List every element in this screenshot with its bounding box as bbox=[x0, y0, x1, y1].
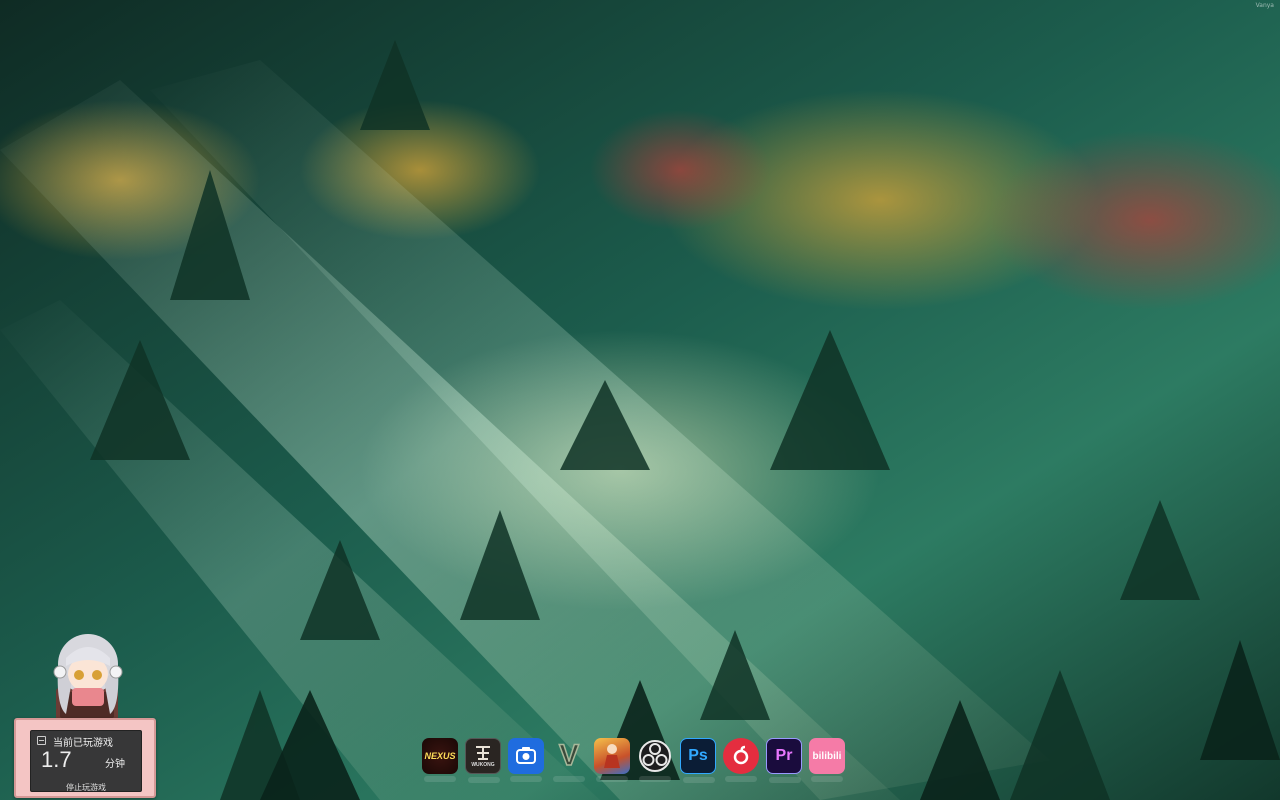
gta-v-icon[interactable]: V bbox=[551, 738, 587, 782]
netease-music-icon[interactable] bbox=[723, 738, 759, 782]
screenshot-app-icon[interactable] bbox=[508, 738, 544, 782]
nexus-icon[interactable]: NEXUS bbox=[422, 738, 458, 782]
premiere-icon[interactable]: Pr bbox=[766, 738, 802, 783]
obs-logo-icon bbox=[639, 740, 671, 772]
stop-playing-button[interactable]: 停止玩游戏 bbox=[31, 782, 141, 793]
corner-label: Vanya bbox=[1255, 2, 1274, 9]
character-icon bbox=[604, 744, 620, 768]
game-timer-widget[interactable]: 当前已玩游戏 1.7 分钟 停止玩游戏 bbox=[12, 628, 156, 798]
play-time-unit: 分钟 bbox=[105, 759, 125, 770]
widget-panel: 当前已玩游戏 1.7 分钟 停止玩游戏 bbox=[14, 718, 156, 798]
wukong-glyph-icon bbox=[476, 746, 490, 760]
black-myth-wukong-icon[interactable]: WUKONG bbox=[465, 738, 501, 783]
photoshop-icon[interactable]: Ps bbox=[680, 738, 716, 783]
play-time-value: 1.7 bbox=[41, 747, 72, 772]
bilibili-icon[interactable]: bilibili bbox=[809, 738, 845, 782]
forest-wallpaper bbox=[0, 0, 1280, 800]
widget-screen: 当前已玩游戏 1.7 分钟 停止玩游戏 bbox=[30, 730, 142, 792]
game-character-icon[interactable] bbox=[594, 738, 630, 782]
obs-icon[interactable] bbox=[637, 738, 673, 782]
menu-icon[interactable] bbox=[37, 736, 46, 745]
music-note-icon bbox=[733, 745, 749, 765]
anime-mascot-icon bbox=[53, 634, 123, 720]
camera-icon bbox=[516, 747, 536, 764]
app-dock: NEXUS WUKONG V Ps Pr bilibili bbox=[422, 738, 845, 783]
